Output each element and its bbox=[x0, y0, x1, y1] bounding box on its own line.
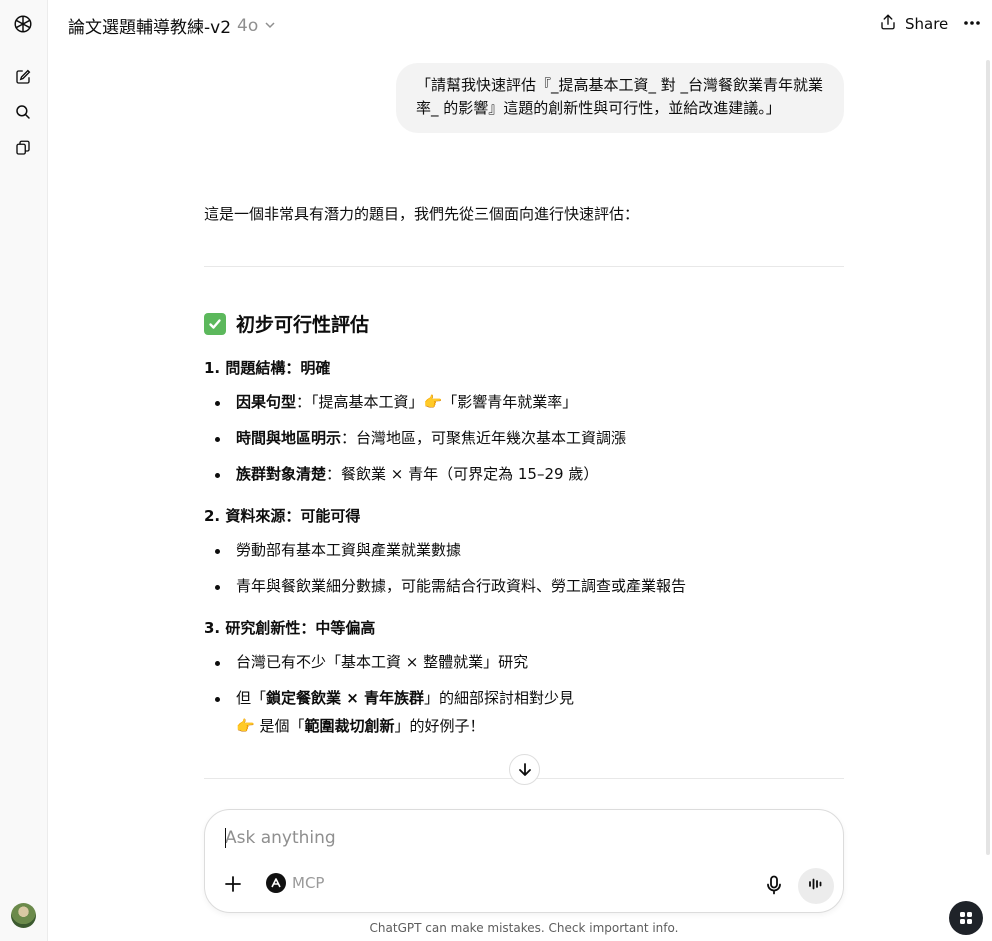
prompt-input[interactable] bbox=[225, 826, 785, 850]
list-item: 台灣已有不少「基本工資 × 整體就業」研究 bbox=[236, 653, 529, 671]
chevron-down-icon bbox=[264, 16, 276, 36]
mcp-label: MCP bbox=[292, 874, 325, 892]
list-item: 勞動部有基本工資與產業就業數據 bbox=[236, 541, 462, 559]
share-button[interactable]: Share bbox=[879, 13, 948, 35]
response-intro: 這是一個非常具有潛力的題目，我們先從三個面向進行快速評估： bbox=[204, 205, 640, 223]
top-bar: 論文選題輔導教練-v2 4o Share bbox=[48, 0, 992, 48]
bullet bbox=[215, 549, 220, 554]
bullet bbox=[215, 697, 220, 702]
bullet bbox=[215, 401, 220, 406]
list-item: 青年與餐飲業細分數據，可能需結合行政資料、勞工調查或產業報告 bbox=[236, 577, 687, 595]
list-item-followup: 👉 是個「範圍裁切創新」的好例子！ bbox=[236, 717, 485, 735]
openai-logo-icon[interactable] bbox=[10, 11, 36, 37]
share-label: Share bbox=[905, 15, 949, 33]
voice-waveform-icon bbox=[808, 876, 824, 896]
model-label: 4o bbox=[237, 15, 259, 36]
bullet bbox=[215, 437, 220, 442]
composer: MCP bbox=[204, 809, 844, 913]
section-title: 2. 資料來源：可能可得 bbox=[204, 507, 361, 525]
scroll-to-bottom-button[interactable] bbox=[509, 754, 540, 785]
section-title: 3. 研究創新性：中等偏高 bbox=[204, 619, 376, 637]
scrollbar[interactable] bbox=[986, 60, 990, 855]
more-options-icon[interactable] bbox=[962, 12, 982, 34]
mcp-logo-icon bbox=[266, 873, 286, 893]
section-title: 1. 問題結構：明確 bbox=[204, 359, 331, 377]
disclaimer: ChatGPT can make mistakes. Check importa… bbox=[369, 921, 679, 935]
text-caret bbox=[225, 828, 226, 848]
bullet bbox=[215, 585, 220, 590]
mcp-tool-button[interactable]: MCP bbox=[266, 873, 324, 893]
new-chat-icon[interactable] bbox=[10, 64, 36, 90]
user-message-text: 「請幫我快速評估『_提高基本工資_ 對 _台灣餐飲業青年就業率_ 的影響』這題的… bbox=[416, 76, 824, 117]
share-icon bbox=[879, 13, 897, 35]
bullet bbox=[215, 473, 220, 478]
section-heading: 初步可行性評估 bbox=[204, 310, 369, 337]
search-icon[interactable] bbox=[10, 99, 36, 125]
check-mark-icon bbox=[204, 312, 226, 335]
list-item: 時間與地區明示：台灣地區，可聚焦近年幾次基本工資調漲 bbox=[236, 429, 627, 447]
bullet bbox=[215, 661, 220, 666]
sidebar bbox=[0, 0, 48, 941]
list-item: 但「鎖定餐飲業 × 青年族群」的細部探討相對少見 bbox=[236, 689, 575, 707]
heading-text: 初步可行性評估 bbox=[236, 314, 370, 336]
voice-mode-button[interactable] bbox=[798, 868, 834, 904]
list-item: 因果句型：「提高基本工資」👉「影響青年就業率」 bbox=[236, 393, 578, 411]
divider bbox=[204, 266, 844, 267]
list-item: 族群對象清楚：餐飲業 × 青年（可界定為 15–29 歲） bbox=[236, 465, 599, 483]
model-switcher[interactable]: 論文選題輔導教練-v2 4o bbox=[68, 13, 276, 38]
user-message: 「請幫我快速評估『_提高基本工資_ 對 _台灣餐飲業青年就業率_ 的影響』這題的… bbox=[396, 63, 844, 133]
chat-title: 論文選題輔導教練-v2 bbox=[68, 18, 232, 38]
help-widget-icon[interactable] bbox=[949, 901, 983, 935]
microphone-icon[interactable] bbox=[763, 874, 785, 896]
library-icon[interactable] bbox=[10, 135, 36, 161]
add-attachment-icon[interactable] bbox=[221, 872, 245, 896]
